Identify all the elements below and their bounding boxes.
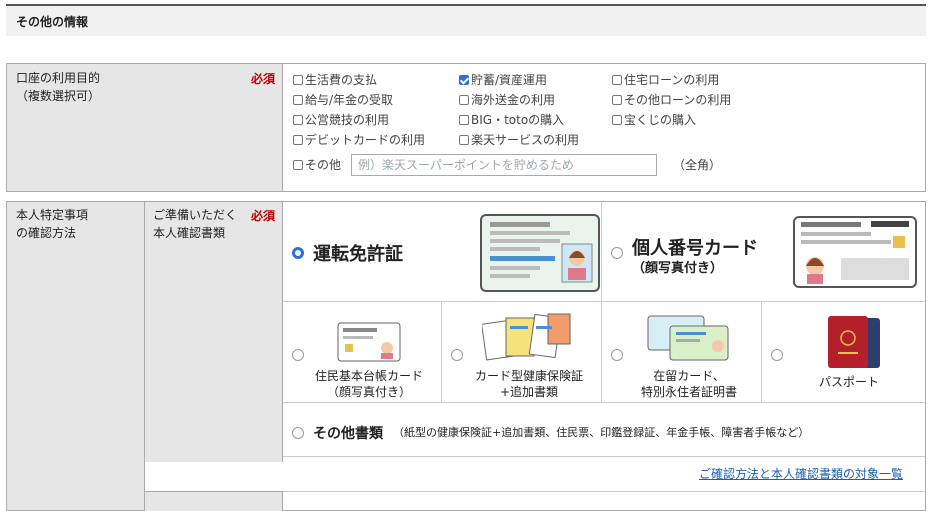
other-documents-label: その他書類	[313, 426, 383, 442]
checkbox-label: BIG・totoの購入	[471, 113, 565, 127]
checkbox-label: 生活費の支払	[305, 73, 378, 87]
checkbox-label: 海外送金の利用	[471, 93, 556, 107]
checkbox-box[interactable]	[612, 75, 622, 85]
required-badge: 必須	[251, 72, 276, 86]
required-badge: 必須	[251, 209, 276, 223]
radio-drivers-license[interactable]	[292, 247, 304, 259]
checkbox-other-loan[interactable]: その他ローンの利用	[612, 92, 731, 108]
option-insurance-card[interactable]: カード型健康保険証 +追加書類	[442, 302, 602, 403]
checkbox-box[interactable]	[459, 135, 469, 145]
checkbox-overseas-remittance[interactable]: 海外送金の利用	[459, 92, 555, 108]
insurance-card-line2: +追加書類	[499, 385, 559, 399]
section-title: その他の情報	[16, 15, 89, 29]
option-other-documents[interactable]: その他書類 （紙型の健康保険証+追加書類、住民票、印鑑登録証、年金手帳、障害者手…	[283, 403, 925, 457]
residence-card-label: 在留カード、 特別永住者証明書	[622, 368, 756, 400]
checkbox-label: デビットカードの利用	[305, 133, 426, 147]
checkbox-box[interactable]	[293, 115, 303, 125]
other-purpose-input[interactable]	[351, 154, 657, 176]
radio-juki-card[interactable]	[292, 349, 304, 361]
checkbox-lottery[interactable]: 宝くじの購入	[612, 112, 696, 128]
checkbox-other[interactable]: その他	[293, 157, 341, 173]
document-label-cell-lower	[145, 491, 283, 511]
checkbox-label: 公営競技の利用	[305, 113, 390, 127]
option-juki-card[interactable]: 住民基本台帳カード （顔写真付き）	[283, 302, 442, 403]
checkbox-box[interactable]	[459, 75, 469, 85]
identity-label-line2: の確認方法	[16, 226, 77, 240]
mynumber-card-image	[793, 216, 917, 288]
residence-card-line2: 特別永住者証明書	[640, 385, 737, 399]
document-label-line1: ご準備いただく	[153, 208, 238, 222]
checkbox-box[interactable]	[293, 95, 303, 105]
checkbox-rakuten-service[interactable]: 楽天サービスの利用	[459, 132, 579, 148]
option-residence-card[interactable]: 在留カード、 特別永住者証明書	[602, 302, 762, 403]
checkbox-box[interactable]	[612, 95, 622, 105]
insurance-card-image	[482, 313, 571, 361]
checkbox-box[interactable]	[293, 160, 303, 170]
checkbox-big-toto[interactable]: BIG・totoの購入	[459, 112, 564, 128]
checkbox-savings[interactable]: 貯蓄/資産運用	[459, 72, 547, 88]
checkbox-box[interactable]	[293, 135, 303, 145]
passport-label: パスポート	[818, 375, 879, 389]
checkbox-label: 楽天サービスの利用	[471, 133, 580, 147]
drivers-license-image	[480, 214, 600, 292]
checkbox-label: 給与/年金の受取	[305, 93, 394, 107]
insurance-card-line1: カード型健康保険証	[474, 369, 583, 383]
checkbox-label: 住宅ローンの利用	[624, 73, 720, 87]
option-drivers-license[interactable]: 運転免許証	[283, 202, 602, 302]
checkbox-housing-loan[interactable]: 住宅ローンの利用	[612, 72, 719, 88]
checkbox-label: その他	[305, 158, 342, 172]
document-label-line2: 本人確認書類	[153, 226, 226, 240]
radio-residence-card[interactable]	[611, 349, 623, 361]
document-label: ご準備いただく 本人確認書類	[153, 206, 237, 242]
insurance-card-label: カード型健康保険証 +追加書類	[462, 368, 596, 400]
purpose-label: 口座の利用目的 （複数選択可）	[16, 69, 100, 105]
juki-card-line1: 住民基本台帳カード	[314, 369, 423, 383]
juki-card-label: 住民基本台帳カード （顔写真付き）	[303, 368, 435, 400]
passport-image	[828, 316, 880, 368]
checkbox-label: 宝くじの購入	[624, 113, 697, 127]
radio-mynumber-card[interactable]	[611, 247, 623, 259]
link-row-divider	[283, 491, 925, 492]
residence-card-line1: 在留カード、	[653, 369, 725, 383]
residence-card-image	[647, 315, 729, 361]
checkbox-box[interactable]	[293, 75, 303, 85]
identity-row: 本人特定事項 の確認方法 ご準備いただく 本人確認書類 必須 運転免許証 個人番…	[6, 201, 926, 511]
document-list-link[interactable]: ご確認方法と本人確認書類の対象一覧	[699, 465, 903, 482]
checkbox-box[interactable]	[459, 95, 469, 105]
checkbox-box[interactable]	[459, 115, 469, 125]
document-label-cell: ご準備いただく 本人確認書類 必須	[145, 202, 283, 462]
option-passport[interactable]: パスポート	[762, 302, 925, 403]
option-mynumber-card[interactable]: 個人番号カード （顔写真付き）	[602, 202, 925, 302]
other-documents-detail: （紙型の健康保険証+追加書類、住民票、印鑑登録証、年金手帳、障害者手帳など）	[393, 426, 810, 439]
drivers-license-label: 運転免許証	[313, 244, 403, 265]
mynumber-card-sublabel: （顔写真付き）	[632, 261, 724, 276]
checkbox-public-racing[interactable]: 公営競技の利用	[293, 112, 389, 128]
purpose-label-cell: 口座の利用目的 （複数選択可） 必須	[7, 64, 283, 191]
checkbox-box[interactable]	[612, 115, 622, 125]
purpose-label-line2: （複数選択可）	[16, 89, 101, 103]
fullwidth-note: （全角）	[673, 158, 722, 172]
purpose-label-line1: 口座の利用目的	[16, 71, 101, 85]
identity-label: 本人特定事項 の確認方法	[16, 206, 88, 242]
checkbox-label: その他ローンの利用	[624, 93, 732, 107]
checkbox-debit-card[interactable]: デビットカードの利用	[293, 132, 425, 148]
checkbox-salary[interactable]: 給与/年金の受取	[293, 92, 393, 108]
juki-card-line2: （顔写真付き）	[326, 385, 411, 399]
juki-card-image	[337, 322, 401, 362]
radio-passport[interactable]	[771, 349, 783, 361]
identity-label-line1: 本人特定事項	[16, 208, 89, 222]
identity-label-cell: 本人特定事項 の確認方法	[7, 202, 145, 510]
checkbox-label: 貯蓄/資産運用	[471, 73, 548, 87]
radio-insurance-card[interactable]	[451, 349, 463, 361]
purpose-row: 口座の利用目的 （複数選択可） 必須 生活費の支払 貯蓄/資産運用 住宅ローンの…	[6, 63, 926, 192]
section-header: その他の情報	[6, 4, 926, 36]
radio-other-documents[interactable]	[292, 427, 304, 439]
checkbox-living-expenses[interactable]: 生活費の支払	[293, 72, 377, 88]
